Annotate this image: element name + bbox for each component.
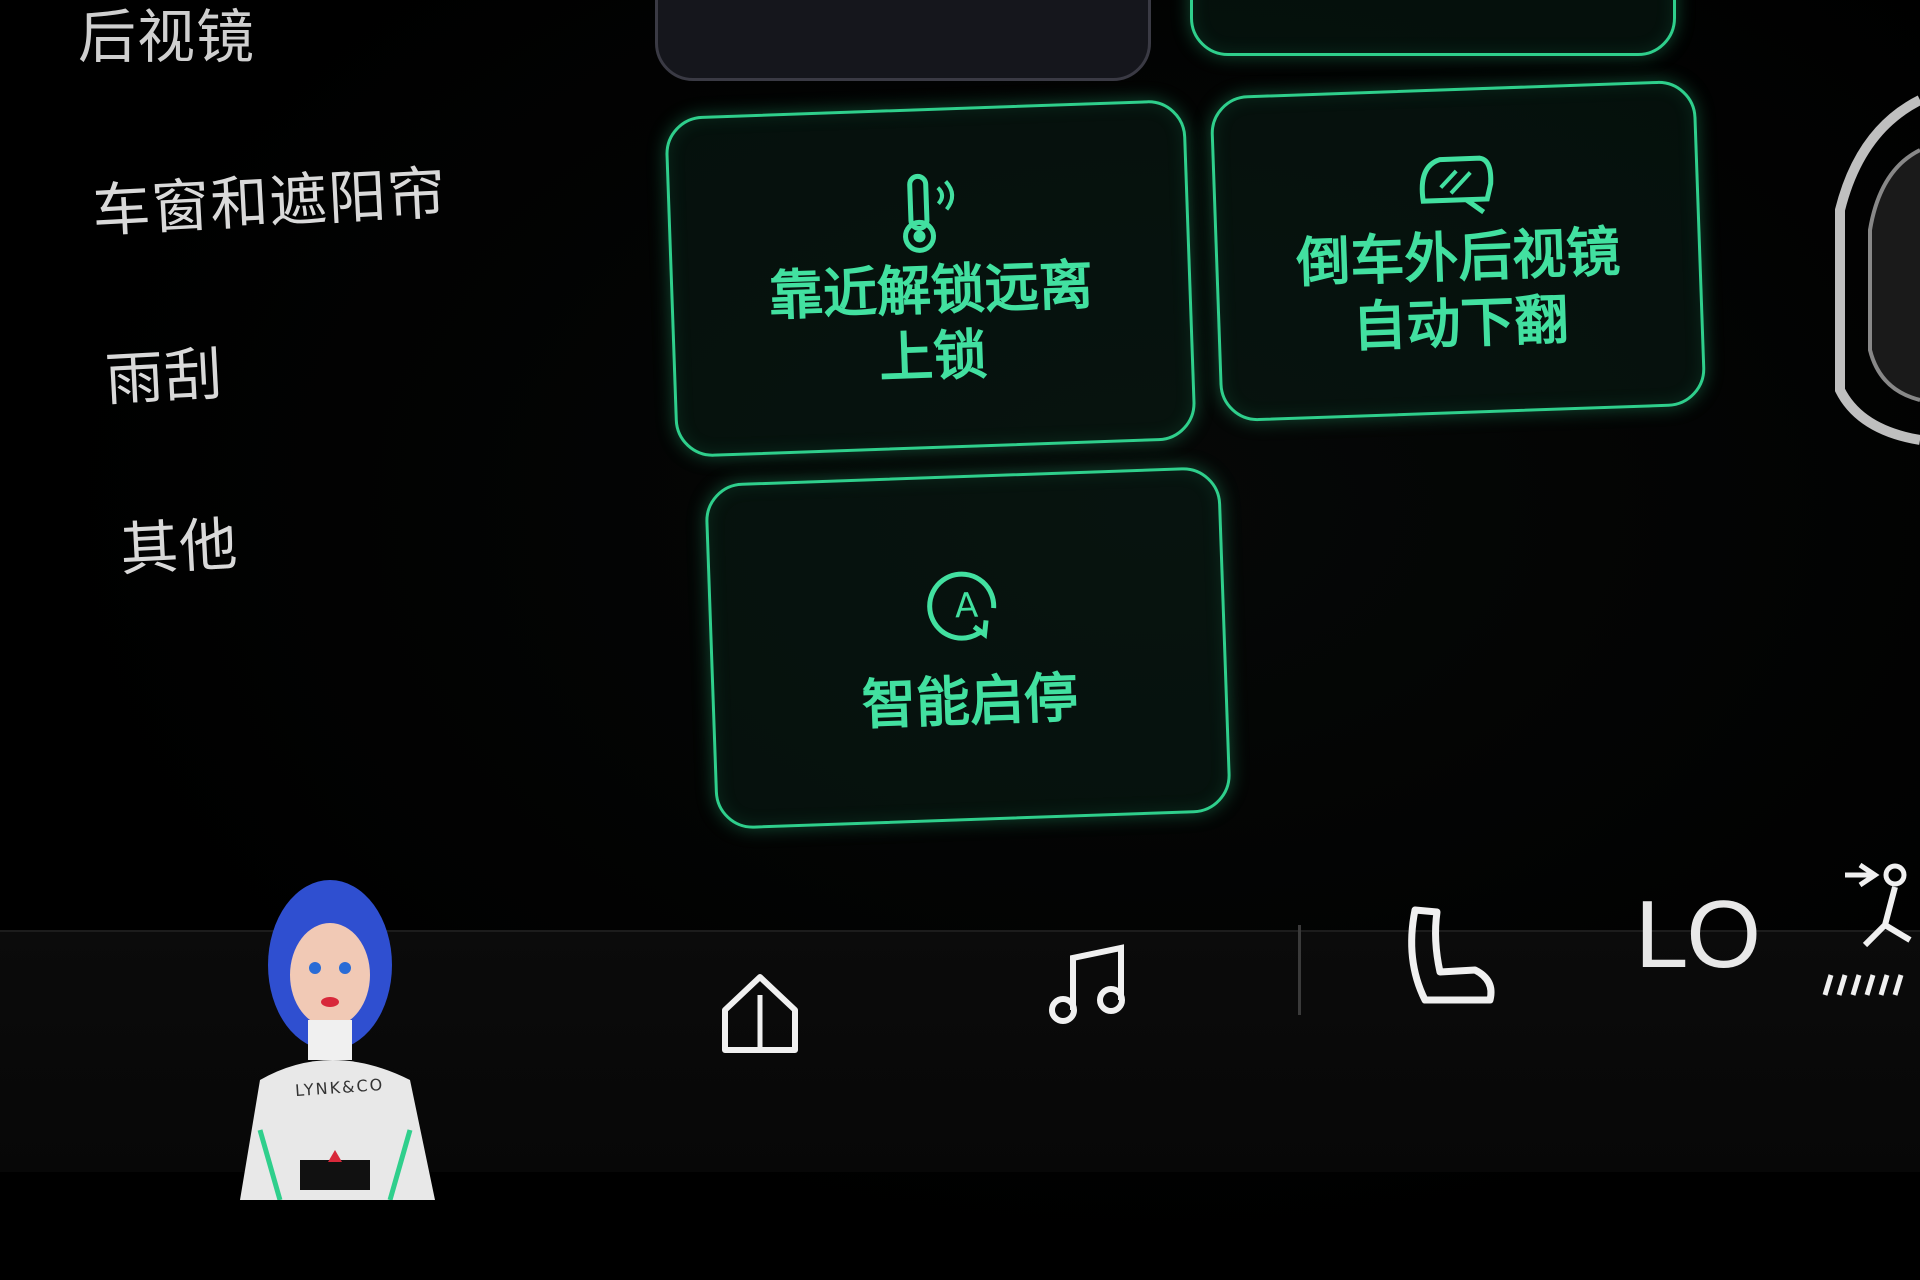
tile-proximity-unlock-label-2: 上锁 — [878, 322, 989, 390]
airflow-button[interactable] — [1815, 845, 1920, 1009]
tile-top-right-partial[interactable] — [1190, 0, 1676, 56]
dock-divider — [1298, 925, 1301, 1015]
tile-proximity-unlock[interactable]: 靠近解锁远离 上锁 — [664, 99, 1197, 458]
music-icon — [1045, 944, 1135, 1034]
tile-reverse-mirror-tilt[interactable]: 倒车外后视镜 自动下翻 — [1209, 79, 1707, 423]
mirror-tilt-icon — [1409, 143, 1502, 226]
vehicle-graphic-partial — [1820, 90, 1920, 454]
sidebar-item-windows-sunshade[interactable]: 车窗和遮阳帘 — [90, 146, 448, 248]
tile-reverse-mirror-label-1: 倒车外后视镜 — [1295, 220, 1622, 295]
home-button[interactable] — [715, 965, 805, 1059]
car-infotainment-screen: 后视镜 车窗和遮阳帘 雨刮 其他 靠近解锁远离 上锁 倒车外后视镜 自动下翻 A… — [0, 0, 1920, 1280]
home-icon — [715, 974, 805, 1059]
assistant-avatar[interactable] — [220, 870, 480, 1204]
fan-airflow-icon — [1815, 862, 1920, 1009]
tile-top-left-partial[interactable] — [655, 0, 1151, 81]
tile-auto-start-stop-label: 智能启停 — [860, 666, 1079, 737]
svg-text:A: A — [954, 586, 979, 627]
auto-start-stop-icon: A — [920, 559, 1013, 652]
seat-button[interactable] — [1395, 900, 1505, 1024]
music-button[interactable] — [1045, 940, 1135, 1034]
seat-icon — [1395, 906, 1505, 1024]
sidebar-item-mirrors[interactable]: 后视镜 — [78, 0, 255, 74]
sidebar-item-wipers[interactable]: 雨刮 — [103, 327, 225, 417]
tile-auto-start-stop[interactable]: A 智能启停 — [704, 466, 1232, 830]
thermometer-signal-icon — [887, 166, 970, 259]
temperature-readout[interactable]: LO — [1635, 880, 1761, 990]
sidebar-item-other[interactable]: 其他 — [118, 497, 240, 587]
tile-proximity-unlock-label-1: 靠近解锁远离 — [767, 252, 1094, 328]
tile-reverse-mirror-label-2: 自动下翻 — [1351, 288, 1570, 359]
